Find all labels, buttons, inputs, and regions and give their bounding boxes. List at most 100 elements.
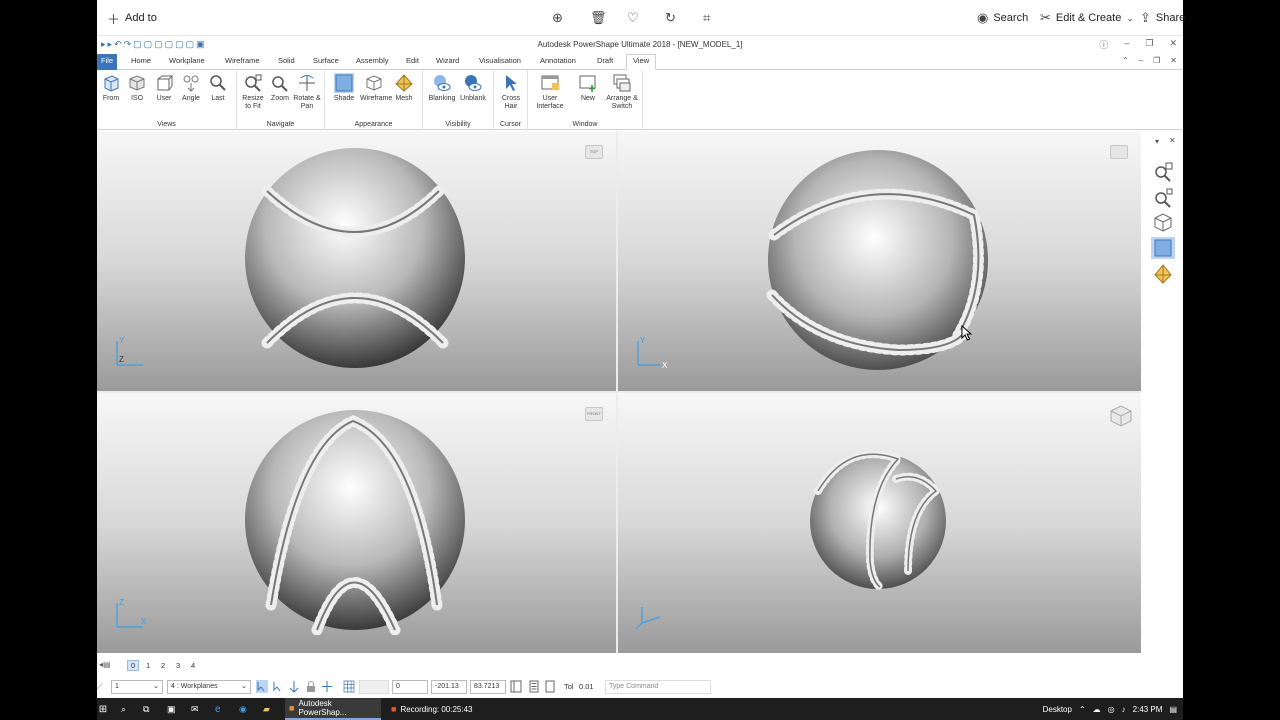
pick-mode-icon[interactable] bbox=[272, 680, 284, 693]
tab-draft[interactable]: Draft bbox=[597, 56, 613, 65]
layer-icon[interactable]: ◂▤ bbox=[99, 660, 111, 669]
workplane-select[interactable]: 4 : Workplanes ⌄ bbox=[167, 680, 251, 694]
level-select[interactable]: 1 ⌄ bbox=[111, 680, 163, 694]
zoom-button[interactable]: ⊕ bbox=[552, 8, 563, 28]
store-icon[interactable]: ▣ bbox=[167, 698, 176, 720]
new-window-button[interactable]: New bbox=[574, 73, 602, 103]
add-to-button[interactable]: ＋ Add to bbox=[107, 8, 157, 28]
taskbar-app-recording[interactable]: ■ Recording: 00:25:43 bbox=[391, 698, 473, 720]
angle-button[interactable]: Angle bbox=[177, 73, 205, 103]
search-button[interactable]: ◉ Search bbox=[977, 8, 1028, 28]
user-view-button[interactable]: User bbox=[150, 73, 178, 103]
layer-0[interactable]: 0 bbox=[127, 660, 140, 671]
grid-icon[interactable] bbox=[343, 680, 355, 693]
iso-button[interactable]: ISO bbox=[123, 73, 151, 103]
layer-2[interactable]: 2 bbox=[161, 661, 165, 670]
desktop-toolbar-label[interactable]: Desktop bbox=[1043, 705, 1072, 714]
tab-wireframe[interactable]: Wireframe bbox=[225, 56, 260, 65]
clock-time[interactable]: 2:43 PM bbox=[1133, 705, 1163, 714]
view-label-front[interactable]: FRONT bbox=[585, 407, 603, 421]
mesh-button[interactable]: Mesh bbox=[390, 73, 418, 103]
doc-restore-icon[interactable]: ❐ bbox=[1153, 56, 1160, 65]
delete-button[interactable]: 🗑 bbox=[590, 8, 607, 28]
shade-tool-icon[interactable] bbox=[1151, 237, 1175, 259]
tab-workplane[interactable]: Workplane bbox=[169, 56, 205, 65]
view-cube-icon[interactable] bbox=[1108, 403, 1134, 429]
tab-file[interactable]: File bbox=[97, 54, 117, 70]
task-view-icon[interactable]: ⧉ bbox=[143, 698, 149, 720]
mail-icon[interactable]: ✉ bbox=[191, 698, 199, 720]
toolbar-dropdown-icon[interactable]: ▾ bbox=[1155, 137, 1159, 146]
zoom-tool-button[interactable]: Zoom bbox=[266, 73, 294, 103]
move-icon[interactable] bbox=[321, 680, 333, 693]
tab-annotation[interactable]: Annotation bbox=[540, 56, 576, 65]
crop-button[interactable]: ⌗ bbox=[703, 8, 710, 28]
view-label-top[interactable]: TOP bbox=[585, 145, 603, 159]
tol-value[interactable]: 0.01 bbox=[579, 682, 594, 691]
taskbar-app-powershape[interactable]: ■ Autodesk PowerShap... bbox=[285, 698, 381, 720]
tray-expand-icon[interactable]: ⌃ bbox=[1079, 705, 1086, 714]
teams-icon[interactable]: ◉ bbox=[239, 698, 247, 720]
select-mode-icon[interactable] bbox=[256, 680, 268, 693]
windows-start-icon[interactable]: ⊞ bbox=[97, 698, 109, 720]
search-taskbar-icon[interactable]: ⌕ bbox=[121, 698, 126, 720]
share-button[interactable]: ⇪ Share bbox=[1140, 8, 1185, 28]
layer-3[interactable]: 3 bbox=[176, 661, 180, 670]
wireframe-tool-icon[interactable] bbox=[1151, 211, 1175, 233]
cross-hair-button[interactable]: Cross Hair bbox=[497, 73, 525, 111]
viewport-area[interactable]: TOP Y Z Y X FRONT Z X bbox=[97, 131, 1141, 653]
lock-icon[interactable] bbox=[305, 680, 317, 693]
minimize-icon[interactable]: – bbox=[1124, 38, 1129, 51]
viewport-splitter-horizontal[interactable] bbox=[97, 391, 1141, 393]
last-button[interactable]: Last bbox=[204, 73, 232, 103]
close-icon[interactable]: ✕ bbox=[1169, 38, 1177, 51]
tab-solid[interactable]: Solid bbox=[278, 56, 295, 65]
help-icon[interactable]: ⓘ bbox=[1099, 38, 1108, 51]
tab-visualisation[interactable]: Visualisation bbox=[479, 56, 521, 65]
viewport-iso[interactable] bbox=[618, 393, 1141, 653]
view-label-right[interactable] bbox=[1110, 145, 1128, 159]
grid-field[interactable] bbox=[359, 680, 389, 694]
coord-x-field[interactable]: 0 bbox=[392, 680, 428, 694]
edit-create-button[interactable]: ✂ Edit & Create ⌄ bbox=[1040, 8, 1134, 28]
unblank-button[interactable]: Unblank bbox=[459, 73, 487, 103]
rotate-pan-button[interactable]: Rotate & Pan bbox=[293, 73, 321, 111]
zoom-fit-tool-icon[interactable] bbox=[1151, 161, 1175, 183]
tab-edit[interactable]: Edit bbox=[406, 56, 419, 65]
snap-icon[interactable] bbox=[288, 680, 300, 693]
mesh-tool-icon[interactable] bbox=[1151, 263, 1175, 285]
notifications-icon[interactable]: ▤ bbox=[1169, 705, 1177, 714]
workplane-toggle-icon[interactable] bbox=[510, 680, 522, 693]
layer-4[interactable]: 4 bbox=[191, 661, 195, 670]
edge-icon[interactable]: e bbox=[215, 698, 221, 720]
viewport-right[interactable]: Y X bbox=[618, 131, 1141, 391]
shade-button[interactable]: Shade bbox=[330, 73, 358, 103]
tab-wizard[interactable]: Wizard bbox=[436, 56, 459, 65]
collapse-ribbon-icon[interactable]: ⌃ bbox=[1122, 56, 1129, 65]
tab-assembly[interactable]: Assembly bbox=[356, 56, 389, 65]
arrange-switch-button[interactable]: Arrange & Switch bbox=[604, 73, 640, 111]
doc-close-icon[interactable]: ✕ bbox=[1170, 56, 1177, 65]
viewport-top[interactable]: TOP Y Z bbox=[97, 131, 616, 391]
viewport-front[interactable]: FRONT Z X bbox=[97, 393, 616, 653]
rotate-button[interactable]: ↻ bbox=[665, 8, 676, 28]
onedrive-icon[interactable]: ☁ bbox=[1093, 705, 1101, 714]
tab-home[interactable]: Home bbox=[131, 56, 151, 65]
zoom-box-tool-icon[interactable] bbox=[1151, 187, 1175, 209]
speaker-icon[interactable]: ♪ bbox=[1122, 705, 1126, 714]
favorite-button[interactable]: ♡ bbox=[627, 8, 639, 28]
toolbar-close-icon[interactable]: ✕ bbox=[1169, 136, 1176, 145]
tolerance-icon[interactable] bbox=[544, 680, 556, 693]
restore-icon[interactable]: ❐ bbox=[1145, 38, 1153, 51]
from-button[interactable]: From bbox=[97, 73, 125, 103]
layer-1[interactable]: 1 bbox=[146, 661, 150, 670]
network-icon[interactable]: ◎ bbox=[1108, 705, 1115, 714]
coord-z-field[interactable]: 83.7213 bbox=[470, 680, 506, 694]
blanking-button[interactable]: Blanking bbox=[428, 73, 456, 103]
tab-surface[interactable]: Surface bbox=[313, 56, 339, 65]
tab-view[interactable]: View bbox=[626, 54, 657, 70]
user-interface-button[interactable]: User Interface bbox=[532, 73, 568, 111]
wireframe-view-button[interactable]: Wireframe bbox=[360, 73, 392, 103]
resize-to-fit-button[interactable]: Resize to Fit bbox=[239, 73, 267, 111]
file-explorer-icon[interactable]: ▰ bbox=[263, 698, 270, 720]
